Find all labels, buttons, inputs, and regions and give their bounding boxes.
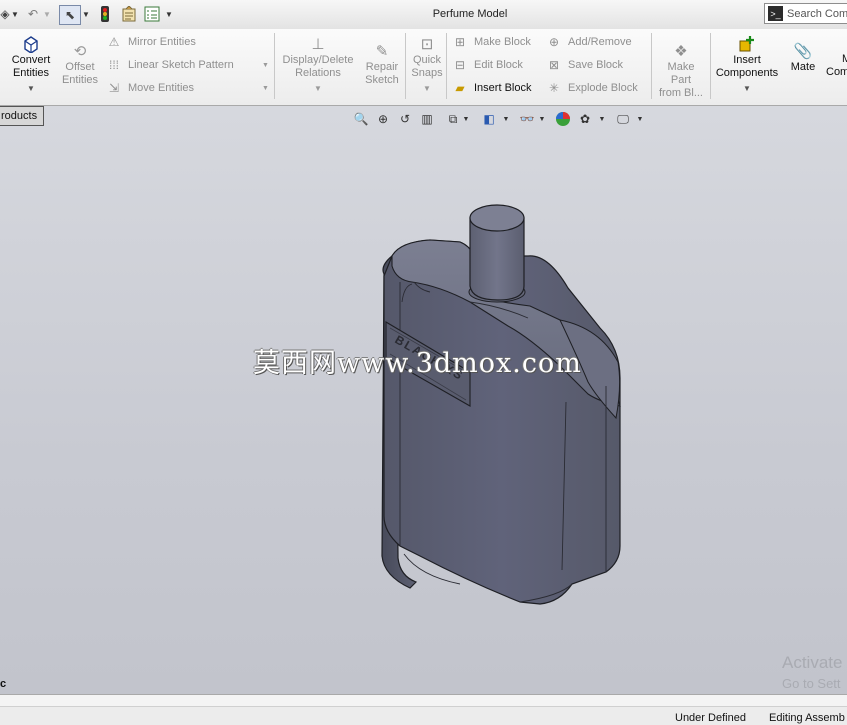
document-label: c	[0, 678, 7, 690]
offset-entities-icon: ⟲	[73, 42, 87, 60]
convert-entities-icon	[22, 35, 40, 53]
edit-block-label: Edit Block	[474, 59, 523, 71]
insert-components-label-2: Components	[715, 67, 779, 79]
quick-snaps-dropdown-icon[interactable]: ▼	[408, 82, 446, 95]
perfume-bottle-model[interactable]: BLACK XS	[0, 106, 847, 694]
repair-sketch-label-1: Repair	[365, 61, 399, 73]
explode-block-label: Explode Block	[568, 82, 638, 94]
linear-sketch-pattern-button[interactable]: ⁞⁞⁞ Linear Sketch Pattern	[106, 56, 234, 74]
search-placeholder: Search Com	[787, 7, 847, 20]
quick-snaps-button[interactable]: ⊡ Quick Snaps ▼	[408, 33, 446, 95]
repair-sketch-label-2: Sketch	[365, 74, 399, 86]
mirror-entities-label: Mirror Entities	[128, 36, 196, 48]
ribbon-separator	[710, 33, 711, 99]
display-delete-relations-button[interactable]: ⊥ Display/Delete Relations ▼	[280, 33, 356, 95]
search-icon: >_	[768, 6, 783, 21]
status-under-defined: Under Defined	[675, 712, 746, 724]
save-block-label: Save Block	[568, 59, 624, 71]
quick-snaps-label-2: Snaps	[411, 67, 443, 79]
insert-components-icon	[738, 35, 756, 53]
explode-block-icon: ✳	[548, 81, 560, 95]
offset-entities-label-1: Offset	[65, 61, 95, 73]
make-part-label-1: Make	[667, 61, 695, 73]
linear-pattern-dropdown-icon[interactable]: ▼	[262, 62, 269, 69]
relations-icon: ⊥	[311, 35, 325, 53]
display-delete-relations-label-1: Display/Delete	[282, 54, 354, 66]
next-command-label-2: Com	[826, 66, 847, 78]
convert-entities-label-1: Convert	[11, 54, 51, 66]
ribbon-separator	[651, 33, 652, 99]
convert-entities-label-2: Entities	[12, 67, 50, 79]
window-title: Perfume Model	[432, 8, 508, 20]
paperclip-icon: 📎	[793, 42, 813, 60]
command-manager: Convert Entities ▼ ⟲ Offset Entities ⚠ M…	[0, 29, 847, 106]
make-part-icon: ❖	[674, 42, 688, 60]
add-remove-block-button[interactable]: ⊕ Add/Remove	[546, 33, 632, 51]
make-block-button[interactable]: ⊞ Make Block	[452, 33, 531, 51]
display-delete-relations-label-2: Relations	[295, 67, 341, 79]
status-bar: Under Defined Editing Assemb	[0, 694, 847, 725]
search-commands-input[interactable]: >_ Search Com	[764, 3, 847, 24]
make-part-label-3: from Bl...	[658, 87, 703, 99]
insert-components-label-1: Insert	[733, 54, 761, 66]
graphics-area[interactable]: roducts 🔍 ⊕ ↺ ▥ ⧉ ▼ ◧ ▼ 👓 ▼ ✿ ▼ 🖵 ▼ BLAC…	[0, 106, 847, 694]
mirror-entities-button[interactable]: ⚠ Mirror Entities	[106, 33, 196, 51]
make-block-label: Make Block	[474, 36, 531, 48]
relations-dropdown-icon[interactable]: ▼	[280, 82, 356, 95]
insert-block-label: Insert Block	[474, 82, 532, 94]
insert-components-button[interactable]: Insert Components ▼	[712, 33, 782, 95]
next-command-button[interactable]: M Com	[824, 53, 847, 79]
convert-entities-button[interactable]: Convert Entities ▼	[8, 33, 54, 95]
insert-block-icon: ▰	[455, 81, 465, 95]
convert-entities-dropdown-icon[interactable]: ▼	[8, 82, 54, 95]
repair-sketch-button[interactable]: ✎ Repair Sketch	[362, 40, 402, 87]
mate-button[interactable]: 📎 Mate	[786, 40, 820, 74]
edit-block-icon: ⊟	[454, 58, 466, 72]
ribbon-separator	[446, 33, 447, 99]
ribbon-separator	[405, 33, 406, 99]
edit-block-button[interactable]: ⊟ Edit Block	[452, 56, 523, 74]
quick-snaps-icon: ⊡	[420, 35, 434, 53]
offset-entities-label-2: Entities	[61, 74, 99, 86]
watermark-text: 莫西网www.3dmox.com	[253, 348, 582, 379]
linear-sketch-pattern-label: Linear Sketch Pattern	[128, 59, 234, 71]
next-command-label-1: M	[842, 53, 847, 65]
make-part-label-2: Part	[670, 74, 692, 86]
offset-entities-button[interactable]: ⟲ Offset Entities	[60, 40, 100, 87]
add-remove-label: Add/Remove	[568, 36, 632, 48]
status-bar-tabs-strip	[0, 695, 847, 707]
save-block-button[interactable]: ⊠ Save Block	[546, 56, 623, 74]
quick-snaps-label-1: Quick	[412, 54, 442, 66]
mirror-entities-icon: ⚠	[108, 35, 120, 49]
move-entities-label: Move Entities	[128, 82, 195, 94]
save-block-icon: ⊠	[548, 58, 560, 72]
explode-block-button[interactable]: ✳ Explode Block	[546, 79, 638, 97]
make-block-icon: ⊞	[454, 35, 466, 49]
mate-label: Mate	[790, 61, 816, 73]
activate-windows-subtitle: Go to Sett	[782, 676, 841, 691]
repair-sketch-icon: ✎	[375, 42, 389, 60]
move-entities-icon: ⇲	[108, 81, 120, 95]
linear-pattern-icon: ⁞⁞⁞	[108, 58, 119, 72]
add-remove-icon: ⊕	[548, 35, 560, 49]
status-editing-assembly: Editing Assemb	[769, 712, 845, 724]
move-entities-dropdown-icon[interactable]: ▼	[262, 85, 269, 92]
title-bar: ◈ ▼ ↶ ▼ ⬉ ▼ ▼ Perfume Model >_ Search Co…	[0, 0, 847, 30]
insert-components-dropdown-icon[interactable]: ▼	[712, 82, 782, 95]
bottle-cap-top	[469, 204, 525, 232]
activate-windows-title: Activate	[782, 653, 843, 672]
make-part-from-block-button[interactable]: ❖ Make Part from Bl...	[656, 40, 706, 100]
move-entities-button[interactable]: ⇲ Move Entities	[106, 79, 194, 97]
insert-block-button[interactable]: ▰ Insert Block	[452, 79, 531, 97]
ribbon-separator	[274, 33, 275, 99]
